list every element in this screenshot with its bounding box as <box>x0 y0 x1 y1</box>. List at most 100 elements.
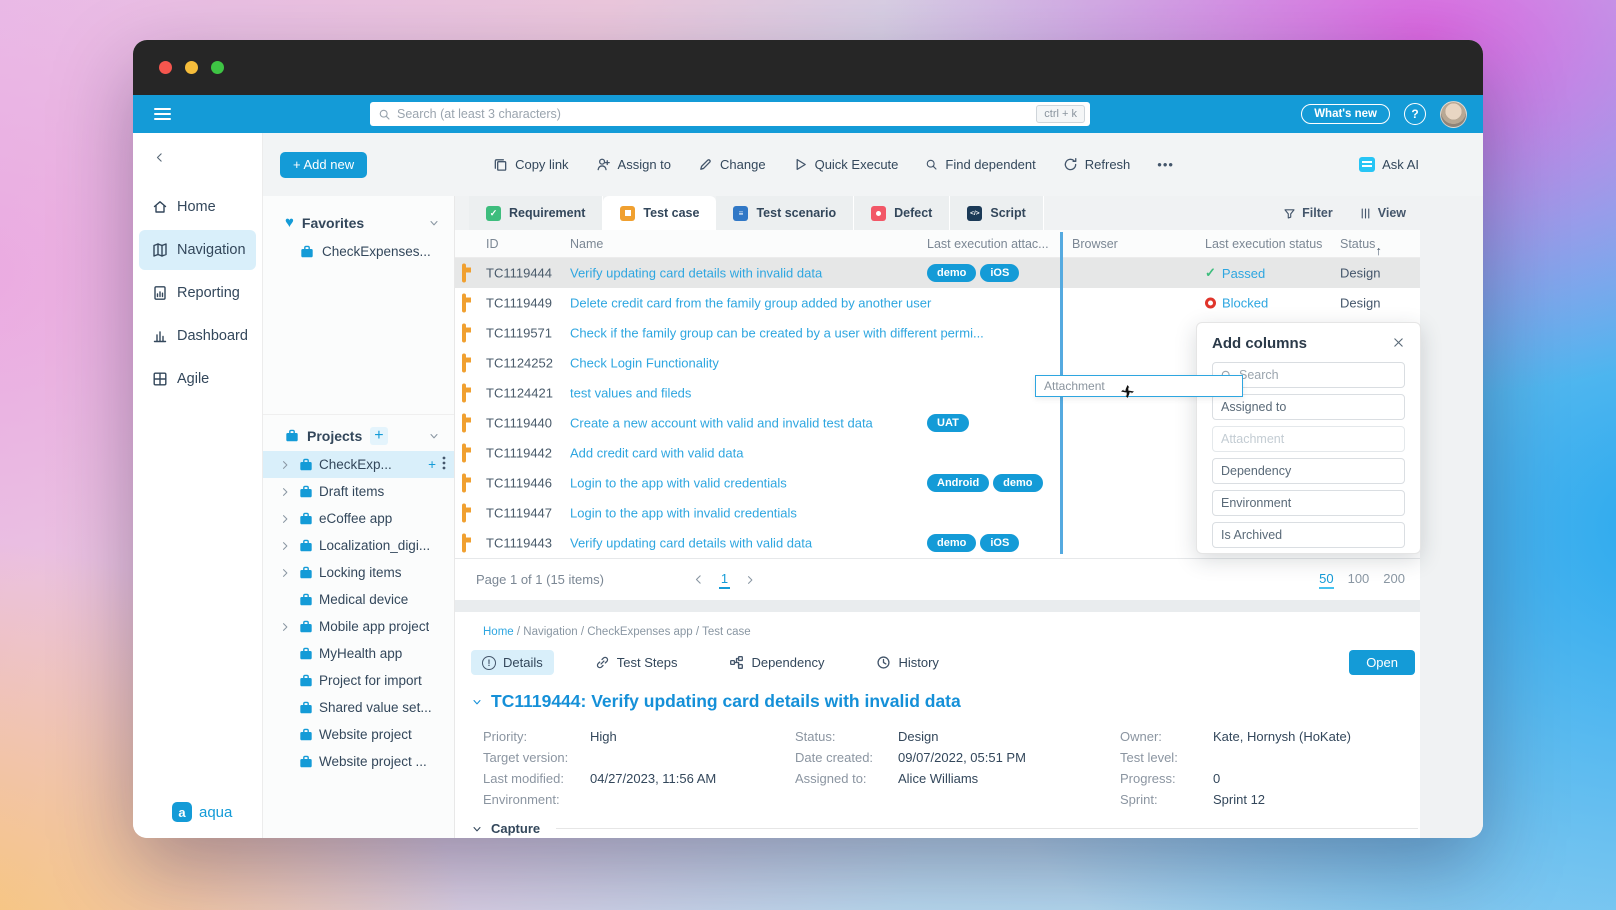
chevron-down-icon[interactable] <box>428 217 440 229</box>
sidebar-item-home[interactable]: Home <box>139 187 256 227</box>
project-tree-item[interactable]: CheckExp...+ <box>263 451 454 478</box>
detail-tab-details[interactable]: !Details <box>471 650 554 675</box>
project-tree-item[interactable]: MyHealth app <box>263 640 454 667</box>
tab-defect[interactable]: Defect <box>854 196 950 230</box>
project-tree-item[interactable]: Website project <box>263 721 454 748</box>
search-input[interactable] <box>391 107 1036 121</box>
page-size-100[interactable]: 100 <box>1348 571 1370 589</box>
row-name-link[interactable]: Check if the family group can be created… <box>570 326 984 341</box>
kebab-menu-icon[interactable] <box>442 456 446 473</box>
chevron-right-icon[interactable] <box>279 621 293 633</box>
view-button[interactable]: View <box>1359 206 1406 220</box>
maximize-traffic-light[interactable] <box>211 61 224 74</box>
row-name-link[interactable]: Verify updating card details with invali… <box>570 266 822 281</box>
addable-column-dependency[interactable]: Dependency <box>1212 458 1405 484</box>
add-new-button[interactable]: + Add new <box>280 152 367 178</box>
whats-new-button[interactable]: What's new <box>1301 104 1390 124</box>
user-avatar[interactable] <box>1440 101 1467 128</box>
minimize-traffic-light[interactable] <box>185 61 198 74</box>
current-page-button[interactable]: 1 <box>719 571 730 589</box>
addable-column-environment[interactable]: Environment <box>1212 490 1405 516</box>
ask-ai-button[interactable]: Ask AI <box>1359 157 1419 172</box>
detail-tab-history[interactable]: History <box>865 650 949 675</box>
more-actions-button[interactable]: ••• <box>1157 157 1174 172</box>
column-header-last-execution-attac-[interactable]: Last execution attac... <box>927 237 1049 251</box>
sidebar-item-agile[interactable]: Agile <box>139 359 256 399</box>
assign-to-button[interactable]: Assign to <box>596 157 671 172</box>
detail-tab-test-steps[interactable]: Test Steps <box>584 650 689 675</box>
prev-page-button[interactable] <box>692 573 705 586</box>
sidebar-item-dashboard[interactable]: Dashboard <box>139 316 256 356</box>
ask-ai-label: Ask AI <box>1382 157 1419 172</box>
project-tree-item[interactable]: Medical device <box>263 586 454 613</box>
tab-test-case[interactable]: Test case <box>603 196 716 230</box>
open-button[interactable]: Open <box>1349 650 1415 675</box>
help-button[interactable]: ? <box>1404 103 1426 125</box>
sidebar-item-reporting[interactable]: Reporting <box>139 273 256 313</box>
add-project-button[interactable]: + <box>370 427 387 445</box>
chevron-right-icon[interactable] <box>279 486 293 498</box>
project-tree-item[interactable]: Website project ... <box>263 748 454 775</box>
filter-button[interactable]: Filter <box>1283 206 1333 220</box>
close-icon[interactable] <box>1392 336 1405 352</box>
next-page-button[interactable] <box>744 574 756 586</box>
row-name-link[interactable]: Delete credit card from the family group… <box>570 296 931 311</box>
row-name-link[interactable]: Check Login Functionality <box>570 356 719 371</box>
sidebar-item-navigation[interactable]: Navigation <box>139 230 256 270</box>
table-row[interactable]: TC1119444Verify updating card details wi… <box>455 258 1420 288</box>
row-name-link[interactable]: Create a new account with valid and inva… <box>570 416 873 431</box>
chevron-right-icon[interactable] <box>279 459 293 471</box>
find-dependent-button[interactable]: Find dependent <box>925 157 1035 172</box>
close-traffic-light[interactable] <box>159 61 172 74</box>
project-tree-item[interactable]: Locking items <box>263 559 454 586</box>
add-item-button[interactable]: + <box>428 457 436 472</box>
column-header-browser[interactable]: Browser <box>1072 237 1118 251</box>
tab-test-scenario[interactable]: ≡Test scenario <box>716 196 854 230</box>
favorites-header[interactable]: ♥ Favorites <box>263 208 454 237</box>
row-name-link[interactable]: Add credit card with valid data <box>570 446 743 461</box>
add-columns-search-input[interactable] <box>1233 368 1400 382</box>
collapse-sidebar-button[interactable] <box>133 143 262 173</box>
project-tree-item[interactable]: Mobile app project <box>263 613 454 640</box>
page-size-50[interactable]: 50 <box>1319 571 1333 589</box>
test-case-title[interactable]: TC1119444: Verify updating card details … <box>471 691 1420 712</box>
chevron-right-icon[interactable] <box>279 540 293 552</box>
change-button[interactable]: Change <box>698 157 766 172</box>
quick-execute-button[interactable]: Quick Execute <box>793 157 899 172</box>
addable-column-attachment[interactable]: Attachment <box>1212 426 1405 452</box>
detail-tab-dependency[interactable]: Dependency <box>718 650 835 675</box>
column-header-last-execution-status[interactable]: Last execution status <box>1205 237 1322 251</box>
row-name-link[interactable]: test values and fileds <box>570 386 691 401</box>
tab-script[interactable]: </>Script <box>950 196 1043 230</box>
tab-requirement[interactable]: ✓Requirement <box>469 196 603 230</box>
chevron-right-icon[interactable] <box>279 513 293 525</box>
hamburger-menu-icon[interactable] <box>154 105 171 123</box>
row-name-link[interactable]: Login to the app with valid credentials <box>570 476 787 491</box>
capture-section-header[interactable]: Capture <box>471 821 1420 836</box>
column-header-id[interactable]: ID <box>486 237 499 251</box>
toolbar: + Add new Copy link Assign to Change Quick … <box>263 133 1483 196</box>
addable-column-assigned-to[interactable]: Assigned to <box>1212 394 1405 420</box>
project-tree-item[interactable]: Draft items <box>263 478 454 505</box>
page-size-200[interactable]: 200 <box>1383 571 1405 589</box>
chevron-right-icon[interactable] <box>279 567 293 579</box>
refresh-button[interactable]: Refresh <box>1063 157 1131 172</box>
projects-header[interactable]: Projects + <box>263 421 454 451</box>
row-name-link[interactable]: Verify updating card details with valid … <box>570 536 812 551</box>
row-name-link[interactable]: Login to the app with invalid credential… <box>570 506 797 521</box>
project-tree-item[interactable]: Project for import <box>263 667 454 694</box>
breadcrumb-home[interactable]: Home <box>483 626 514 638</box>
column-header-status[interactable]: Status ↑ <box>1340 237 1375 251</box>
column-header-name[interactable]: Name <box>570 237 603 251</box>
project-tree-item[interactable]: eCoffee app <box>263 505 454 532</box>
main-content: ✓RequirementTest case≡Test scenarioDefec… <box>455 196 1483 838</box>
dragged-column-ghost[interactable]: Attachment <box>1035 375 1243 397</box>
project-tree-item[interactable]: Localization_digi... <box>263 532 454 559</box>
table-row[interactable]: TC1119449Delete credit card from the fam… <box>455 288 1420 318</box>
favorite-item[interactable]: CheckExpenses... <box>263 237 454 266</box>
addable-column-is-archived[interactable]: Is Archived <box>1212 522 1405 548</box>
copy-link-button[interactable]: Copy link <box>493 157 568 172</box>
chevron-down-icon[interactable] <box>428 430 440 442</box>
aqua-logo[interactable]: a aqua <box>172 802 232 822</box>
project-tree-item[interactable]: Shared value set... <box>263 694 454 721</box>
